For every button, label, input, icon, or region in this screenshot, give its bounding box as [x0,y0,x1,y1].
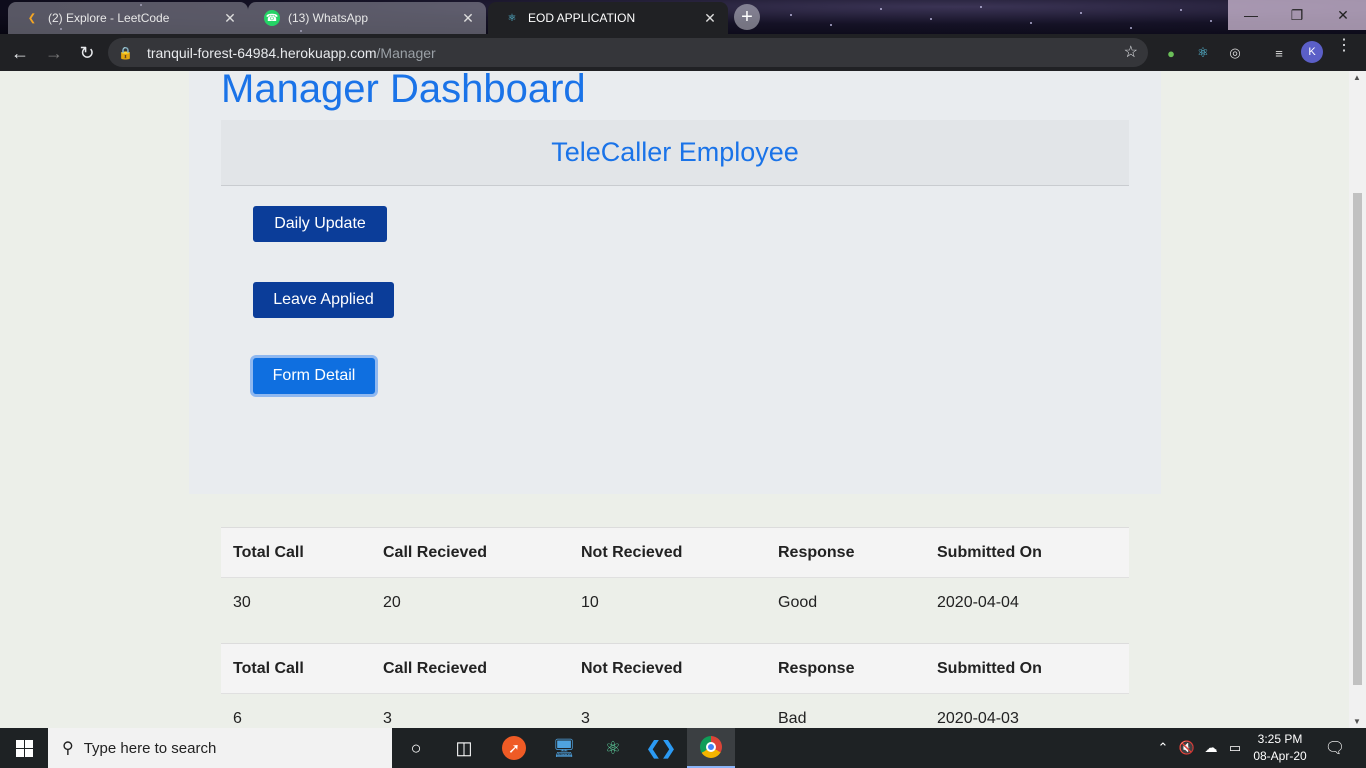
table-row: 6 3 3 Bad 2020-04-03 [221,694,1129,729]
record-table: Total Call Call Recieved Not Recieved Re… [221,527,1129,628]
column-header: Not Recieved [569,643,766,694]
table-cell: 30 [233,593,251,611]
cortana-icon[interactable]: ○ [392,728,440,768]
column-header: Response [766,643,925,694]
menu-kebab-icon[interactable]: ⋮ [1336,38,1352,54]
scroll-up-icon[interactable]: ▲ [1353,73,1361,82]
lock-icon: 🔒 [118,45,133,60]
table-cell: 2020-04-03 [937,709,1019,727]
table-cell: 3 [383,709,392,727]
column-header: Call Recieved [371,527,569,578]
url-path: /Manager [376,44,436,61]
extension-icon[interactable]: ● [1162,44,1180,62]
system-clock[interactable]: 3:25 PM 08-Apr-20 [1248,731,1312,765]
speaker-muted-icon[interactable]: 🔇 [1176,728,1198,768]
column-header: Response [766,527,925,578]
start-button[interactable] [0,728,48,768]
tab-whatsapp[interactable]: ☎ (13) WhatsApp ✕ [248,2,486,34]
media-control-icon[interactable]: ≡ [1270,44,1288,62]
page-title: Manager Dashboard [221,71,586,111]
clock-time: 3:25 PM [1257,732,1303,746]
column-header: Submitted On [925,527,1129,578]
tab-label: (13) WhatsApp [288,11,369,25]
address-bar[interactable]: 🔒 tranquil-forest-64984.herokuapp.com/Ma… [108,38,1148,67]
vscode-icon[interactable]: ❮❯ [637,728,685,768]
back-arrow-icon[interactable]: ← [8,41,32,65]
search-placeholder: Type here to search [83,739,217,757]
record-table: Total Call Call Recieved Not Recieved Re… [221,643,1129,728]
new-tab-button[interactable]: + [734,4,760,30]
postman-icon[interactable]: ➚ [490,728,538,768]
scrollbar-thumb[interactable] [1353,193,1362,685]
table-cell: Bad [778,709,807,727]
column-header: Total Call [221,643,371,694]
tab-label: EOD APPLICATION [528,11,636,25]
task-view-icon[interactable]: ◫ [440,728,488,768]
clock-date: 08-Apr-20 [1253,749,1307,763]
atom-icon[interactable]: ⚛ [589,728,637,768]
close-window-button[interactable]: ✕ [1320,0,1366,30]
table-cell: 2020-04-04 [937,593,1019,611]
react-devtools-icon[interactable]: ⚛ [1194,44,1212,62]
taskbar-search-box[interactable]: ⚲ Type here to search [48,728,392,768]
network-disconnected-icon[interactable]: ☁ [1200,728,1222,768]
table-header-row: Total Call Call Recieved Not Recieved Re… [221,527,1129,578]
action-center-icon[interactable]: 🗨 [1318,728,1352,768]
column-header: Submitted On [925,643,1129,694]
daily-update-button[interactable]: Daily Update [253,206,387,242]
form-detail-button[interactable]: Form Detail [253,358,375,394]
browser-toolbar: ← → ↻ 🔒 tranquil-forest-64984.herokuapp.… [0,34,1366,71]
vertical-scrollbar[interactable]: ▲ ▼ [1349,71,1366,728]
restore-button[interactable]: ❐ [1274,0,1320,30]
bookmark-star-icon[interactable]: ☆ [1124,42,1138,62]
tab-eod-application[interactable]: ⚛ EOD APPLICATION ✕ [488,2,728,34]
table-cell: 20 [383,593,401,611]
reload-icon[interactable]: ↻ [75,41,99,65]
tab-label: (2) Explore - LeetCode [48,11,170,25]
table-row: 30 20 10 Good 2020-04-04 [221,578,1129,628]
taskbar: ⚲ Type here to search ○ ◫ ➚ 🖥 ⚛ ❮❯ ⌃ 🔇 ☁… [0,728,1366,768]
show-hidden-icons-chevron-icon[interactable]: ⌃ [1154,728,1172,768]
extension-target-icon[interactable]: ◎ [1226,44,1244,62]
url-host: tranquil-forest-64984.herokuapp.com [146,44,377,61]
leetcode-icon: ❮ [27,12,37,24]
whatsapp-icon: ☎ [264,10,280,26]
section-header: TeleCaller Employee [221,120,1129,186]
dashboard-panel: Manager Dashboard TeleCaller Employee Da… [189,71,1161,494]
scroll-down-icon[interactable]: ▼ [1353,717,1361,726]
battery-icon[interactable]: ▭ [1224,728,1246,768]
leave-applied-button[interactable]: Leave Applied [253,282,394,318]
column-header: Not Recieved [569,527,766,578]
browser-tab-strip: ❮ (2) Explore - LeetCode ✕ ☎ (13) WhatsA… [0,0,1366,34]
table-cell: 6 [233,709,242,727]
page-viewport: Manager Dashboard TeleCaller Employee Da… [0,71,1366,728]
profile-avatar[interactable]: K [1301,41,1323,63]
search-icon: ⚲ [62,740,74,757]
minimize-button[interactable]: — [1228,0,1274,30]
chrome-icon[interactable] [687,728,735,768]
file-explorer-icon[interactable]: 🖥 [540,728,588,768]
forward-arrow-icon[interactable]: → [42,41,66,65]
close-tab-icon[interactable]: ✕ [222,10,238,27]
table-cell: 10 [581,593,599,611]
table-cell: 3 [581,709,590,727]
close-tab-icon[interactable]: ✕ [702,10,718,27]
windows-logo-icon [15,739,33,757]
table-cell: Good [778,593,818,611]
column-header: Call Recieved [371,643,569,694]
table-header-row: Total Call Call Recieved Not Recieved Re… [221,643,1129,694]
column-header: Total Call [221,527,371,578]
tab-leetcode[interactable]: ❮ (2) Explore - LeetCode ✕ [8,2,248,34]
react-icon: ⚛ [507,12,517,24]
close-tab-icon[interactable]: ✕ [460,10,476,27]
